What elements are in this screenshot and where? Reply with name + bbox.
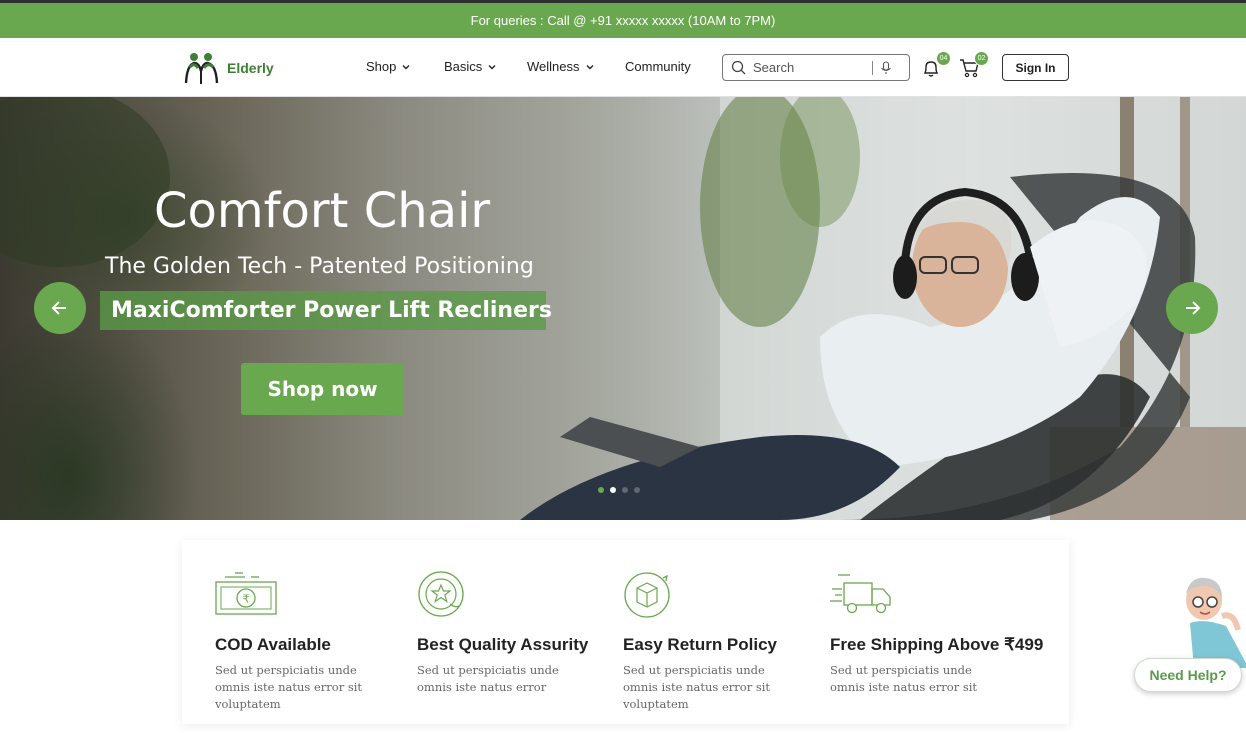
carousel-dot[interactable] xyxy=(610,487,616,493)
return-box-icon xyxy=(624,572,670,618)
chevron-down-icon xyxy=(488,64,496,69)
nav-basics-label: Basics xyxy=(444,59,483,74)
carousel-dot[interactable] xyxy=(598,487,604,493)
need-help-button[interactable]: Need Help? xyxy=(1134,658,1242,692)
feature-description: Sed ut perspiciatis unde omnis iste natu… xyxy=(215,663,363,711)
notifications-button[interactable]: 04 xyxy=(921,51,951,80)
chevron-down-icon xyxy=(402,64,410,69)
sign-in-button[interactable]: Sign In xyxy=(1002,54,1069,81)
cart-count-badge: 02 xyxy=(974,51,989,66)
nav-shop-label: Shop xyxy=(366,59,397,74)
hero-product-name: MaxiComforter Power Lift Recliners xyxy=(100,291,552,330)
feature-quality: Best Quality Assurity Sed ut perspiciati… xyxy=(417,570,617,696)
microphone-icon[interactable] xyxy=(880,60,892,75)
nav-community[interactable]: Community xyxy=(625,59,691,74)
logo-text: Elderly xyxy=(227,60,274,76)
arrow-right-icon xyxy=(1186,301,1201,315)
carousel-dots xyxy=(598,487,640,493)
nav-wellness[interactable]: Wellness xyxy=(527,59,595,74)
elderly-couple-logo-icon xyxy=(184,53,219,84)
announcement-bar: For queries : Call @ +91 xxxxx xxxxx (10… xyxy=(0,0,1246,38)
search-box xyxy=(722,54,910,81)
feature-title: COD Available xyxy=(215,635,331,654)
feature-returns: Easy Return Policy Sed ut perspiciatis u… xyxy=(623,570,823,713)
feature-description: Sed ut perspiciatis unde omnis iste natu… xyxy=(417,663,559,694)
nav-community-label: Community xyxy=(625,59,691,74)
header-nav: Elderly Shop Basics Wellness Community 0… xyxy=(0,38,1246,97)
feature-cod: ₹ COD Available Sed ut perspiciatis unde… xyxy=(215,570,415,713)
search-input[interactable] xyxy=(753,60,865,75)
announcement-text: For queries : Call @ +91 xxxxx xxxxx (10… xyxy=(470,13,776,28)
hero-banner: Comfort Chair The Golden Tech - Patented… xyxy=(0,97,1246,520)
cash-rupee-icon: ₹ xyxy=(215,572,277,615)
delivery-truck-icon xyxy=(830,574,891,614)
hero-title: Comfort Chair xyxy=(154,183,491,239)
nav-basics[interactable]: Basics xyxy=(444,59,497,74)
nav-shop[interactable]: Shop xyxy=(366,59,411,74)
feature-title: Free Shipping Above ₹499 xyxy=(830,635,1044,654)
feature-title: Easy Return Policy xyxy=(623,635,778,654)
features-panel: ₹ COD Available Sed ut perspiciatis unde… xyxy=(182,540,1069,724)
feature-shipping: Free Shipping Above ₹499 Sed ut perspici… xyxy=(830,570,1044,696)
logo[interactable]: Elderly xyxy=(183,51,274,85)
carousel-dot[interactable] xyxy=(622,487,628,493)
cart-button[interactable]: 02 xyxy=(959,51,989,80)
feature-title: Best Quality Assurity xyxy=(417,635,589,654)
svg-text:₹: ₹ xyxy=(243,593,250,606)
chevron-down-icon xyxy=(586,64,594,69)
quality-star-badge-icon xyxy=(418,571,464,617)
carousel-next-button[interactable] xyxy=(1166,282,1218,334)
feature-description: Sed ut perspiciatis unde omnis iste natu… xyxy=(623,663,771,711)
arrow-left-icon xyxy=(51,301,66,315)
carousel-prev-button[interactable] xyxy=(34,282,86,334)
search-divider xyxy=(872,60,873,75)
feature-description: Sed ut perspiciatis unde omnis iste natu… xyxy=(830,663,978,694)
search-icon xyxy=(731,60,746,75)
carousel-dot[interactable] xyxy=(634,487,640,493)
shop-now-button[interactable]: Shop now xyxy=(241,363,404,415)
hero-subtitle: The Golden Tech - Patented Positioning xyxy=(105,254,534,279)
notifications-count-badge: 04 xyxy=(936,51,951,66)
nav-wellness-label: Wellness xyxy=(527,59,580,74)
